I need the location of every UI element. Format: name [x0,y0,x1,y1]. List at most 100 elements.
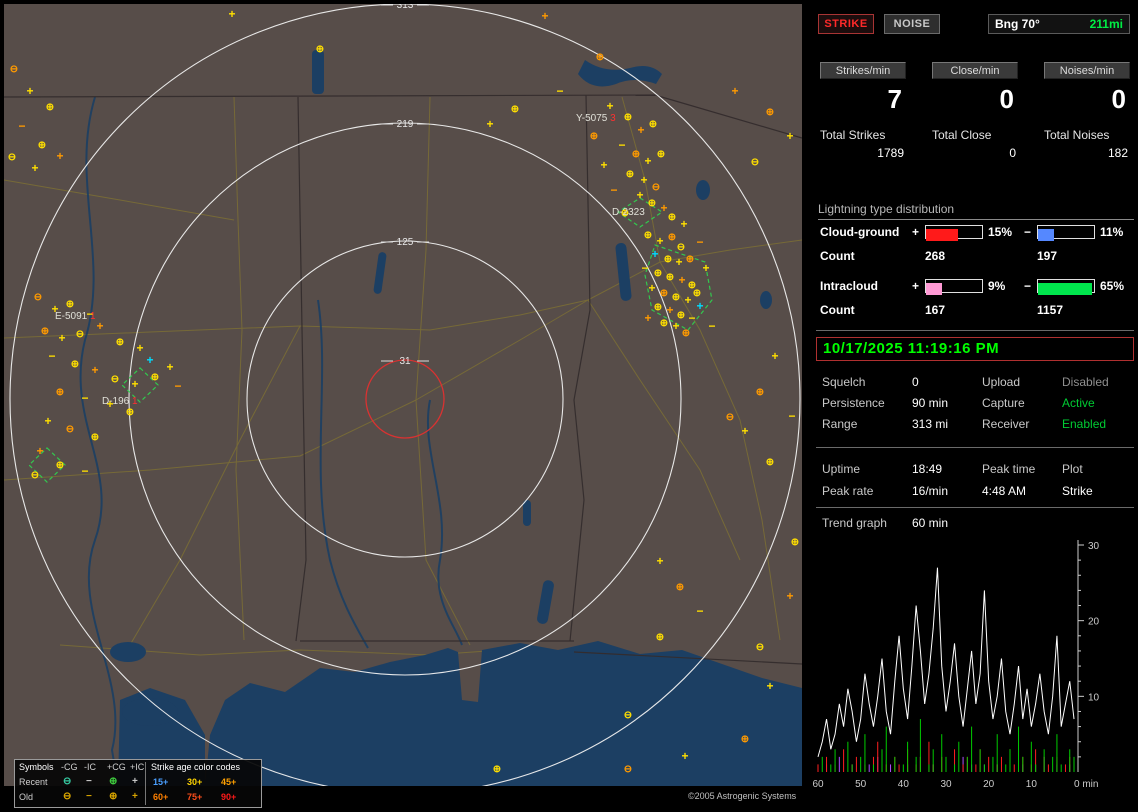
rate-label-button[interactable]: Close/min [932,62,1018,79]
svg-text:⊕: ⊕ [791,537,799,548]
svg-text:20: 20 [983,779,995,790]
svg-text:−: − [618,138,625,152]
sidebar-panel: STRIKE NOISE Bng 70° 211mi Strikes/min7T… [812,0,1138,812]
strike-toggle-button[interactable]: STRIKE [818,14,874,34]
svg-text:+: + [766,679,773,693]
svg-text:+: + [680,217,687,231]
legend-symbols-title: Symbols [19,762,54,773]
svg-text:−: − [696,604,703,618]
svg-text:⊖: ⊖ [751,157,759,168]
rate-label-button[interactable]: Strikes/min [820,62,906,79]
svg-text:⊕: ⊕ [46,102,54,113]
copyright-text: ©2005 Astrogenic Systems [688,791,796,801]
rate-value: 0 [1000,84,1014,115]
svg-text:+: + [656,554,663,568]
svg-text:⊕: ⊕ [693,288,701,299]
svg-text:+: + [786,589,793,603]
svg-text:50: 50 [855,779,867,790]
svg-text:⊕: ⊕ [151,372,159,383]
svg-text:125: 125 [397,237,414,248]
bearing-label: Bng 70° [995,15,1040,33]
minus-count: 197 [1037,249,1057,263]
map-canvas[interactable]: ⊕+⊕−⊕+⊕⊕+⊖+⊕+⊕−⊕++⊕+⊕+⊕⊖+⊕+⊕−⊕⊕+⊕+⊕⊕+⊕⊕+… [0,0,806,790]
svg-text:⊕: ⊕ [766,457,774,468]
noise-toggle-button[interactable]: NOISE [884,14,940,34]
distribution-block: Intracloud + 9% − 65% Count 167 1157 [812,276,1138,328]
plus-bar [925,279,983,293]
svg-text:+: + [131,377,138,391]
svg-text:+: + [606,99,613,113]
distribution-block: Cloud-ground + 15% − 11% Count 268 197 [812,222,1138,274]
svg-text:+: + [91,363,98,377]
setting-value: 90 min [912,396,948,410]
minus-count: 1157 [1037,303,1063,317]
minus-percent: 11% [1100,225,1123,239]
count-label: Count [820,249,855,263]
plus-sign: + [912,225,919,239]
setting-label: Range [822,417,857,431]
svg-text:⊕: ⊕ [116,337,124,348]
plus-count: 167 [925,303,945,317]
legend-age-code: 30+ [187,777,202,788]
svg-text:+: + [678,273,685,287]
svg-text:−: − [48,349,55,363]
svg-text:⊕: ⊕ [648,198,656,209]
rate-value: 7 [888,84,902,115]
svg-text:+: + [486,117,493,131]
settings-row: Squelch0UploadDisabled [812,375,1138,395]
svg-text:⊕: ⊕ [686,254,694,265]
lightning-map[interactable]: ⊕+⊕−⊕+⊕⊕+⊖+⊕+⊕−⊕++⊕+⊕+⊕⊖+⊕+⊕−⊕⊕+⊕+⊕⊕+⊕⊕+… [0,0,806,812]
svg-text:⊕: ⊕ [676,582,684,593]
svg-text:⊕: ⊕ [596,52,604,63]
setting-status: Disabled [1062,375,1109,389]
svg-text:⊕: ⊕ [657,149,665,160]
legend-col-header: -CG [61,762,78,773]
svg-text:⊖: ⊖ [624,710,632,721]
setting-status: Active [1062,396,1095,410]
nexstorm-app-window: ⊕+⊕−⊕+⊕⊕+⊖+⊕+⊕−⊕++⊕+⊕+⊕⊖+⊕+⊕−⊕⊕+⊕+⊕⊕+⊕⊕+… [0,0,1138,812]
svg-text:⊕: ⊕ [316,44,324,55]
svg-text:+: + [741,424,748,438]
svg-text:⊖: ⊖ [624,764,632,775]
divider [816,330,1134,331]
svg-text:⊕: ⊕ [649,119,657,130]
svg-text:⊕: ⊕ [590,131,598,142]
svg-text:0 min: 0 min [1074,779,1098,790]
legend-col-header: +IC [130,762,144,773]
svg-text:⊕: ⊕ [38,140,46,151]
total-value: 1789 [877,146,904,160]
svg-text:⊖: ⊖ [8,152,16,163]
divider [816,447,1134,448]
plus-percent: 9% [988,279,1005,293]
rate-label-button[interactable]: Noises/min [1044,62,1130,79]
setting-status: Enabled [1062,417,1106,431]
total-label: Total Close [932,128,991,142]
svg-text:D-2323: D-2323 [612,207,645,218]
svg-text:⊖: ⊖ [34,292,42,303]
svg-text:40: 40 [898,779,910,790]
svg-text:⊕: ⊕ [626,169,634,180]
svg-text:−: − [708,319,715,333]
svg-text:−: − [610,183,617,197]
total-label: Total Strikes [820,128,885,142]
svg-text:+: + [146,353,153,367]
svg-text:⊕: ⊕ [126,407,134,418]
status-cell: 16/min [912,484,948,498]
svg-text:⊕: ⊕ [660,288,668,299]
svg-text:+: + [228,7,235,21]
legend-symbol-glyph: − [86,791,92,802]
svg-text:−: − [788,409,795,423]
legend-symbol-glyph: ⊕ [109,776,117,787]
svg-text:⊕: ⊕ [668,212,676,223]
svg-text:⊖: ⊖ [66,424,74,435]
svg-text:+: + [651,247,658,261]
svg-text:⊕: ⊕ [656,632,664,643]
trend-graph-label: Trend graph [822,516,887,530]
svg-text:⊕: ⊕ [624,112,632,123]
svg-text:30: 30 [940,779,952,790]
svg-text:⊕: ⊕ [664,254,672,265]
status-cell: Peak rate [822,484,873,498]
distance-value: 211mi [1090,15,1123,33]
legend-col-header: +CG [107,762,126,773]
legend-age-code: 75+ [187,792,202,803]
